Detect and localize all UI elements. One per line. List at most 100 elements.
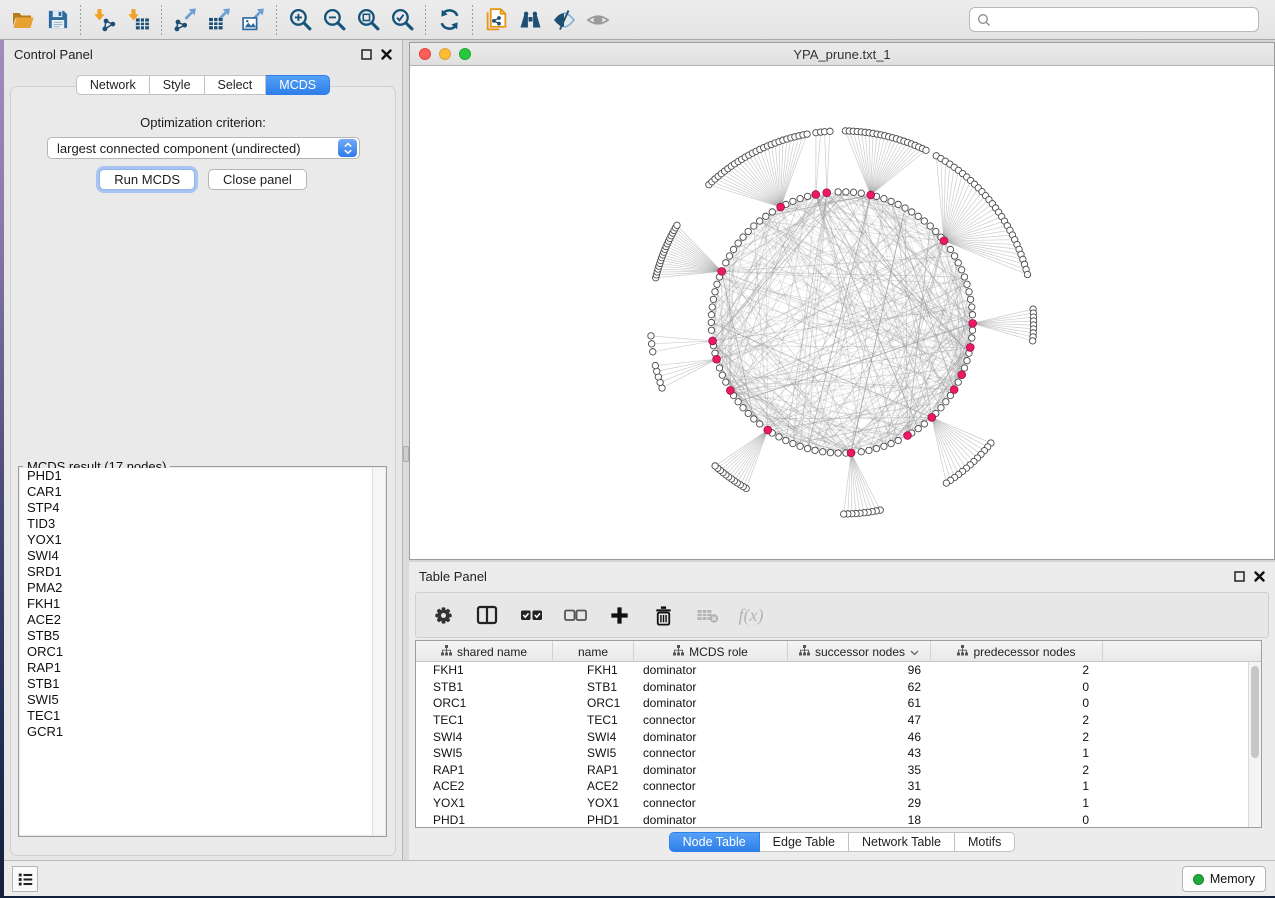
table-cell[interactable]: FKH1	[416, 663, 553, 677]
table-cell[interactable]: ACE2	[416, 779, 553, 793]
tab-network-table[interactable]: Network Table	[849, 832, 955, 852]
memory-button[interactable]: Memory	[1182, 866, 1266, 892]
column-header-successor-nodes[interactable]: successor nodes	[788, 641, 931, 662]
refresh-layout-button[interactable]	[432, 4, 466, 36]
table-cell[interactable]: 1	[931, 746, 1103, 760]
table-cell[interactable]: 35	[788, 763, 931, 777]
table-row[interactable]: STB1STB1dominator620	[416, 679, 1248, 696]
table-cell[interactable]: 2	[931, 713, 1103, 727]
table-cell[interactable]: 2	[931, 663, 1103, 677]
delete-table-button[interactable]	[692, 600, 722, 630]
table-row[interactable]: TEC1TEC1connector472	[416, 712, 1248, 729]
mcds-result-item[interactable]: PHD1	[20, 468, 385, 484]
table-cell[interactable]: RAP1	[416, 763, 553, 777]
mcds-result-item[interactable]: CAR1	[20, 484, 385, 500]
mcds-result-item[interactable]: SWI4	[20, 548, 385, 564]
column-header-predecessor-nodes[interactable]: predecessor nodes	[931, 641, 1103, 662]
table-cell[interactable]: 31	[788, 779, 931, 793]
import-network-button[interactable]	[87, 4, 121, 36]
float-panel-icon[interactable]	[1234, 571, 1245, 582]
graphics-details-button[interactable]	[547, 4, 581, 36]
mcds-result-list[interactable]: PHD1CAR1STP4TID3YOX1SWI4SRD1PMA2FKH1ACE2…	[20, 468, 385, 835]
table-cell[interactable]: ORC1	[416, 696, 553, 710]
mcds-result-item[interactable]: STB5	[20, 628, 385, 644]
table-row[interactable]: SWI5SWI5connector431	[416, 745, 1248, 762]
show-columns-button[interactable]	[472, 600, 502, 630]
import-table-button[interactable]	[121, 4, 155, 36]
mcds-result-item[interactable]: TID3	[20, 516, 385, 532]
tab-select[interactable]: Select	[205, 75, 267, 95]
optimization-criterion-select[interactable]: largest connected component (undirected)	[47, 137, 360, 159]
close-panel-button[interactable]: Close panel	[208, 169, 307, 190]
table-cell[interactable]: PHD1	[553, 813, 634, 827]
table-cell[interactable]: SWI4	[553, 730, 634, 744]
export-network-button[interactable]	[168, 4, 202, 36]
zoom-selected-button[interactable]	[385, 4, 419, 36]
table-cell[interactable]: 96	[788, 663, 931, 677]
table-row[interactable]: ACE2ACE2connector311	[416, 778, 1248, 795]
table-row[interactable]: PHD1PHD1dominator180	[416, 811, 1248, 827]
table-cell[interactable]: dominator	[634, 813, 788, 827]
table-cell[interactable]: RAP1	[553, 763, 634, 777]
table-cell[interactable]: TEC1	[553, 713, 634, 727]
table-cell[interactable]: 18	[788, 813, 931, 827]
mcds-result-item[interactable]: SWI5	[20, 692, 385, 708]
table-cell[interactable]: connector	[634, 746, 788, 760]
run-mcds-button[interactable]: Run MCDS	[99, 169, 195, 190]
network-window-titlebar[interactable]: YPA_prune.txt_1	[410, 43, 1274, 66]
close-panel-icon[interactable]	[1254, 571, 1265, 582]
table-cell[interactable]: YOX1	[416, 796, 553, 810]
network-graph[interactable]	[410, 66, 1274, 559]
mcds-result-item[interactable]: ORC1	[20, 644, 385, 660]
table-cell[interactable]: YOX1	[553, 796, 634, 810]
table-cell[interactable]: TEC1	[416, 713, 553, 727]
table-row[interactable]: SWI4SWI4dominator462	[416, 728, 1248, 745]
table-cell[interactable]: dominator	[634, 763, 788, 777]
table-row[interactable]: FKH1FKH1dominator962	[416, 662, 1248, 679]
select-all-button[interactable]	[516, 600, 546, 630]
delete-column-button[interactable]	[648, 600, 678, 630]
table-cell[interactable]: STB1	[416, 680, 553, 694]
clone-network-button[interactable]	[479, 4, 513, 36]
table-cell[interactable]: PHD1	[416, 813, 553, 827]
export-table-button[interactable]	[202, 4, 236, 36]
mcds-result-item[interactable]: TEC1	[20, 708, 385, 724]
table-settings-button[interactable]	[428, 600, 458, 630]
tab-network[interactable]: Network	[76, 75, 150, 95]
table-cell[interactable]: 62	[788, 680, 931, 694]
open-session-button[interactable]	[6, 4, 40, 36]
tab-mcds[interactable]: MCDS	[266, 75, 330, 95]
mcds-result-item[interactable]: GCR1	[20, 724, 385, 740]
export-image-button[interactable]	[236, 4, 270, 36]
table-cell[interactable]: SWI5	[416, 746, 553, 760]
search-binoculars-button[interactable]	[513, 4, 547, 36]
table-cell[interactable]: 47	[788, 713, 931, 727]
zoom-in-button[interactable]	[283, 4, 317, 36]
tab-style[interactable]: Style	[150, 75, 205, 95]
tab-motifs[interactable]: Motifs	[955, 832, 1015, 852]
mcds-result-item[interactable]: FKH1	[20, 596, 385, 612]
table-scrollbar-thumb[interactable]	[1251, 666, 1259, 758]
search-input[interactable]	[996, 12, 1251, 27]
search-box[interactable]	[969, 7, 1259, 32]
table-cell[interactable]: SWI5	[553, 746, 634, 760]
table-cell[interactable]: 1	[931, 779, 1103, 793]
table-cell[interactable]: dominator	[634, 663, 788, 677]
close-panel-icon[interactable]	[381, 49, 392, 60]
table-row[interactable]: ORC1ORC1dominator610	[416, 695, 1248, 712]
float-panel-icon[interactable]	[361, 49, 372, 60]
table-cell[interactable]: 0	[931, 680, 1103, 694]
table-row[interactable]: YOX1YOX1connector291	[416, 795, 1248, 812]
table-cell[interactable]: connector	[634, 713, 788, 727]
save-session-button[interactable]	[40, 4, 74, 36]
table-cell[interactable]: dominator	[634, 680, 788, 694]
mcds-result-item[interactable]: STP4	[20, 500, 385, 516]
table-cell[interactable]: dominator	[634, 696, 788, 710]
zoom-out-button[interactable]	[317, 4, 351, 36]
unselect-all-button[interactable]	[560, 600, 590, 630]
table-cell[interactable]: 1	[931, 796, 1103, 810]
table-row[interactable]: RAP1RAP1dominator352	[416, 762, 1248, 779]
table-cell[interactable]: 0	[931, 813, 1103, 827]
task-history-button[interactable]	[12, 866, 38, 892]
table-scrollbar[interactable]	[1248, 662, 1261, 827]
